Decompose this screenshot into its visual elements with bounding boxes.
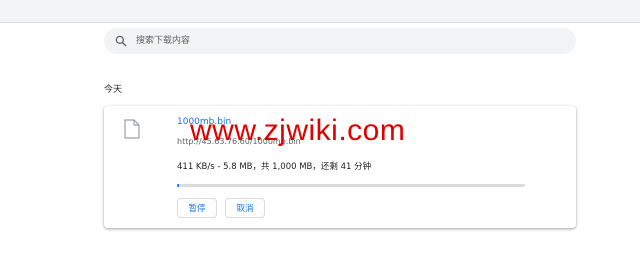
watermark: www.zjwiki.com bbox=[190, 114, 406, 147]
file-icon bbox=[124, 119, 140, 139]
download-status-text: 411 KB/s - 5.8 MB，共 1,000 MB，还剩 41 分钟 bbox=[177, 162, 372, 172]
search-icon bbox=[115, 35, 127, 47]
search-input[interactable] bbox=[136, 32, 556, 50]
progress-bar-fill bbox=[177, 184, 180, 187]
search-bar[interactable] bbox=[104, 28, 576, 54]
download-progress-bar bbox=[177, 184, 525, 187]
top-toolbar-strip bbox=[0, 0, 640, 23]
pause-button[interactable]: 暂停 bbox=[177, 198, 217, 218]
date-heading: 今天 bbox=[104, 85, 123, 95]
cancel-button[interactable]: 取消 bbox=[225, 198, 265, 218]
